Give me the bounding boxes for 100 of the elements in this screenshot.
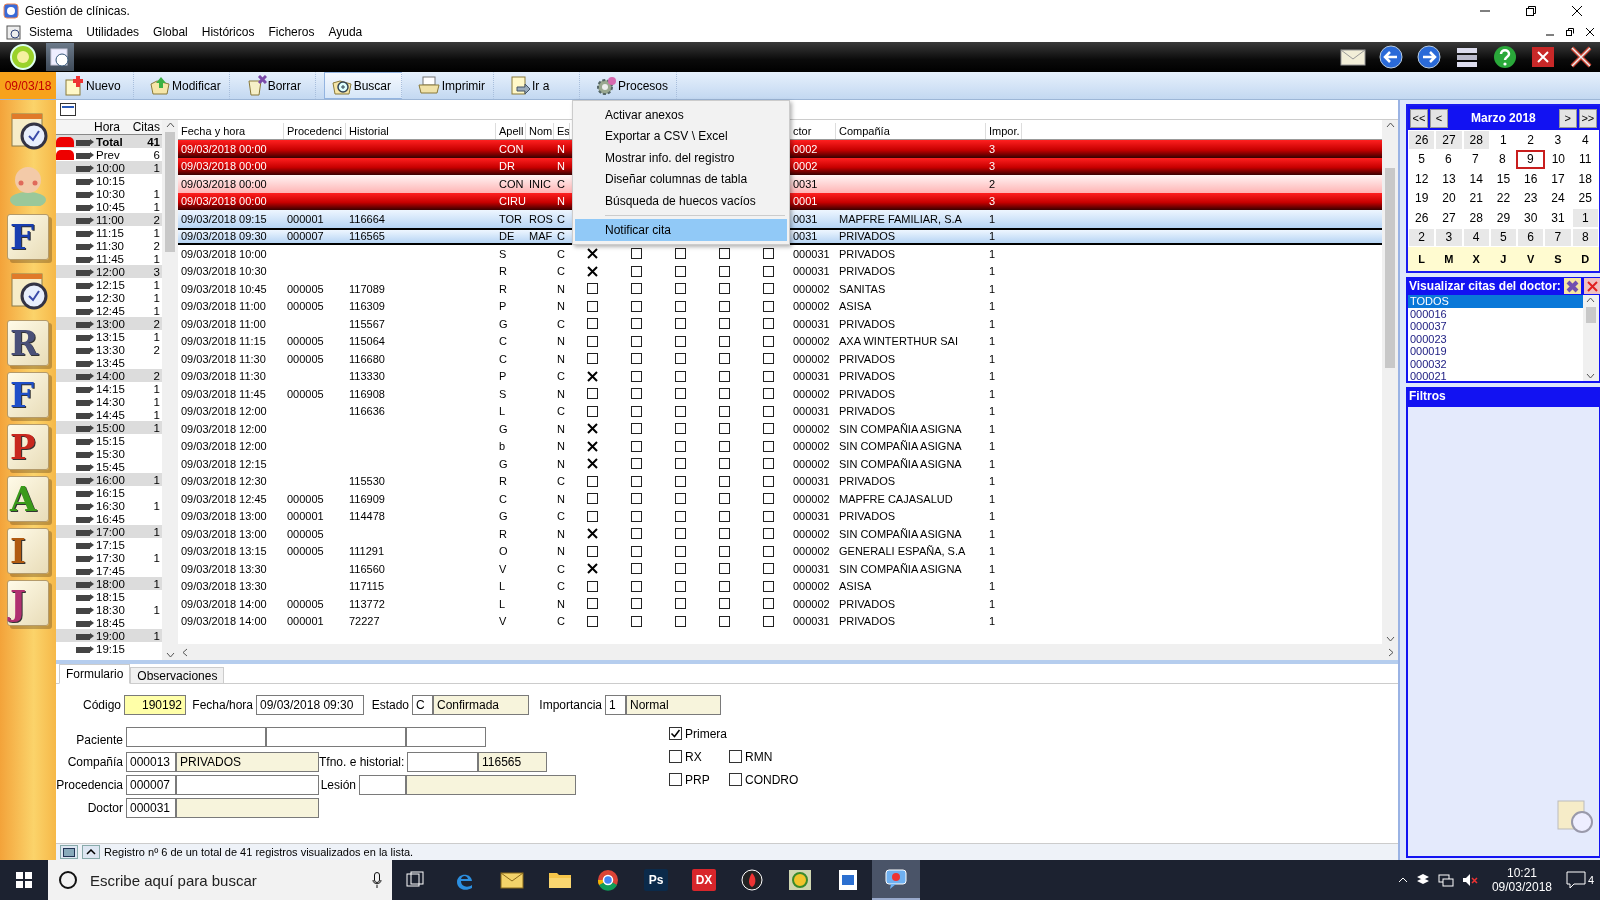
table-cell-text: 15:45: [95, 460, 126, 473]
table-cell-text: 12:30: [95, 291, 126, 304]
column-header: Historial: [346, 123, 496, 139]
table-cell-text: 0002: [792, 160, 819, 173]
table-cell-text: 14:45: [95, 408, 126, 421]
table-cell-text: 1: [152, 291, 161, 304]
weekday-label: D: [1580, 253, 1591, 265]
table-cell-text: 1: [988, 440, 997, 453]
table-cell-text: 1: [988, 597, 997, 610]
table-cell-text: 114478: [348, 510, 386, 523]
table-cell-text: N: [556, 492, 566, 505]
table-cell-text: C: [498, 492, 508, 505]
weekday-label: M: [1443, 253, 1455, 265]
table-cell-text: 15:30: [95, 447, 126, 460]
table-cell-text: CON: [498, 142, 525, 155]
table-cell-text: 116565: [348, 230, 386, 243]
table-cell-text: C: [498, 352, 508, 365]
table-cell-text: N: [556, 422, 566, 435]
table-cell-text: 000031: [792, 562, 831, 575]
table-cell-text: 1: [988, 370, 997, 383]
table-cell-text: 09/03/2018 11:00: [180, 317, 267, 330]
table-cell-text: 113772: [348, 597, 386, 610]
table-cell-text: C: [556, 247, 566, 260]
table-cell-text: L: [498, 597, 507, 610]
table-cell-text: 000002: [792, 580, 831, 593]
table-cell-text: 000002: [792, 387, 831, 400]
table-cell-text: 1: [152, 408, 161, 421]
table-cell-text: N: [556, 195, 566, 208]
table-cell-text: N: [556, 335, 566, 348]
table-cell-text: ASISA: [838, 300, 873, 313]
table-cell-text: 11:45: [95, 252, 125, 265]
table-cell-text: TOR: [498, 212, 524, 225]
weekday-label: S: [1553, 253, 1563, 265]
table-cell-text: 0031: [792, 230, 819, 243]
table-cell-text: 09/03/2018 14:00: [180, 615, 268, 628]
table-cell-text: 1: [988, 405, 997, 418]
table-cell-text: MAPFRE CAJASALUD: [838, 492, 954, 505]
field-label: Doctor: [86, 800, 124, 815]
field-label: Lesión: [319, 777, 357, 792]
table-cell-text: N: [556, 545, 566, 558]
table-cell-text: 1: [152, 304, 161, 317]
table-cell-text: 17:00: [95, 525, 126, 538]
table-cell-text: N: [556, 160, 566, 173]
table-cell-text: 1: [152, 499, 161, 512]
table-cell-text: 09/03/2018 10:30: [180, 265, 268, 278]
table-cell-text: C: [498, 335, 508, 348]
table-cell-text: G: [498, 422, 509, 435]
table-cell-text: 116309: [348, 300, 386, 313]
table-cell-text: 1: [988, 510, 997, 523]
column-header: Nom: [526, 123, 554, 139]
field-label: Importancia: [538, 698, 603, 712]
table-cell-text: ASISA: [838, 580, 873, 593]
table-cell-text: GENERALI ESPAÑA, S.A: [838, 545, 967, 558]
table-cell-text: 000001: [286, 510, 325, 523]
weekday-label: L: [1417, 253, 1426, 265]
table-cell-text: 12:15: [95, 278, 126, 291]
table-cell-text: 000031: [792, 475, 831, 488]
table-cell-text: 09/03/2018 14:00: [180, 597, 268, 610]
table-cell-text: 16:45: [95, 512, 126, 525]
table-cell-text: 1: [988, 230, 997, 243]
table-cell-text: 000001: [286, 615, 325, 628]
table-cell-text: CON: [498, 177, 525, 190]
table-cell-text: S: [498, 247, 508, 260]
table-cell-text: DE: [498, 230, 516, 243]
table-cell-text: 111291: [348, 545, 386, 558]
column-header: Es: [554, 123, 570, 139]
table-cell-text: V: [498, 562, 508, 575]
table-cell-text: 09/03/2018 12:30: [180, 475, 268, 488]
table-cell-text: 115567: [348, 317, 386, 330]
field-label: Estado: [370, 698, 410, 712]
table-cell-text: 18:30: [95, 603, 126, 616]
table-cell-text: 000005: [286, 545, 325, 558]
table-cell-text: C: [556, 230, 566, 243]
table-cell-text: C: [556, 405, 566, 418]
table-cell-text: 17:45: [95, 564, 126, 577]
table-cell-text: 14:00: [95, 369, 126, 382]
table-cell-text: 1: [988, 562, 997, 575]
table-cell-text: 09/03/2018 00:00: [180, 160, 268, 173]
field-label: Compañía: [66, 754, 124, 769]
table-cell-text: 14:15: [95, 382, 126, 395]
table-cell-text: 3: [152, 265, 161, 278]
status-text: Registro nº 6 de un total de 41 registros visualizados en la lista.: [104, 846, 414, 858]
table-cell-text: N: [556, 457, 566, 470]
table-cell-text: S: [498, 387, 508, 400]
table-cell-text: 116560: [348, 562, 386, 575]
table-cell-text: ROS: [528, 212, 554, 225]
table-cell-text: 19:15: [95, 642, 126, 655]
table-cell-text: C: [556, 510, 566, 523]
table-cell-text: 09/03/2018 11:45: [180, 387, 267, 400]
table-cell-text: R: [498, 475, 508, 488]
table-cell-text: 1: [988, 545, 997, 558]
table-cell-text: 09/03/2018 13:00: [180, 510, 268, 523]
field-label: Paciente: [75, 733, 124, 747]
table-cell-text: SIN COMPAÑIA ASIGNA: [838, 562, 963, 575]
table-cell-text: 09/03/2018 12:15: [180, 457, 268, 470]
table-cell-text: 000031: [792, 265, 831, 278]
table-cell-text: INIC: [528, 177, 552, 190]
table-cell-text: 1: [152, 525, 161, 538]
table-cell-text: SANITAS: [838, 282, 887, 295]
table-cell-text: 1: [988, 282, 997, 295]
